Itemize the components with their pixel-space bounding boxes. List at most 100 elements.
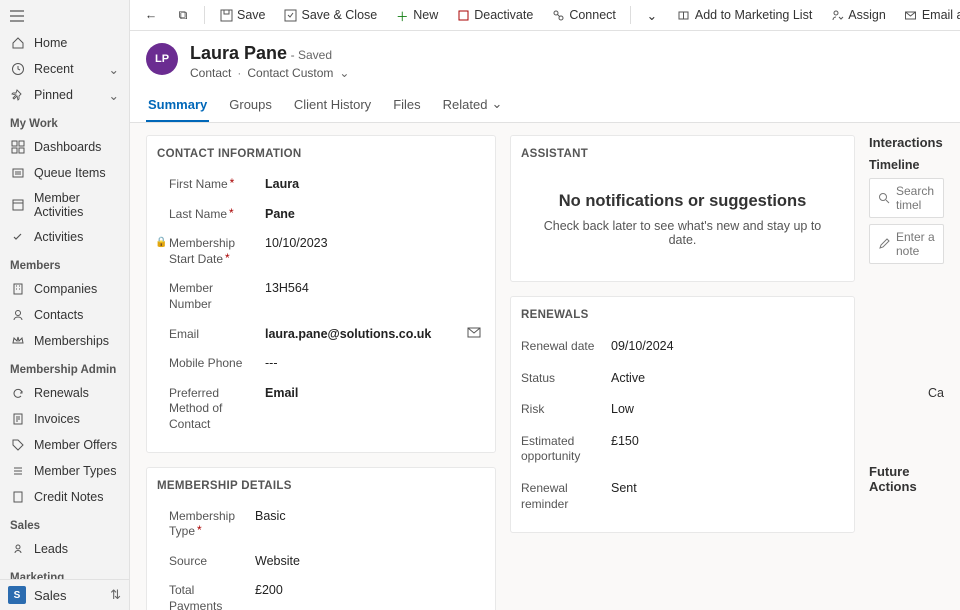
email-link-button[interactable]: Email a Link: [896, 4, 960, 26]
sidebar-item-recent[interactable]: Recent ⌄: [0, 56, 129, 82]
card-title: RENEWALS: [521, 309, 844, 321]
refresh-icon: [10, 385, 26, 401]
tag-icon: [10, 437, 26, 453]
form-selector[interactable]: Contact Custom: [247, 66, 333, 80]
lead-icon: [10, 541, 26, 557]
tab-groups[interactable]: Groups: [227, 90, 274, 122]
field-preferred-contact[interactable]: Preferred Method of Contact Email: [157, 379, 485, 440]
field-renewal-risk[interactable]: RiskLow: [521, 394, 844, 426]
sidebar-item-label: Activities: [34, 230, 83, 244]
chevron-down-icon: ⌄: [491, 96, 502, 112]
field-first-name[interactable]: First Name* Laura: [157, 170, 485, 200]
clock-icon: [10, 61, 26, 77]
field-membership-start[interactable]: 🔒 Membership Start Date* 10/10/2023: [157, 229, 485, 274]
new-button[interactable]: ＋New: [387, 4, 446, 26]
sidebar: Home Recent ⌄ Pinned ⌄ My Work Dashboard…: [0, 0, 130, 610]
add-marketing-button[interactable]: Add to Marketing List: [669, 4, 820, 26]
field-member-number[interactable]: Member Number 13H564: [157, 274, 485, 319]
chevron-down-icon: ⌄: [109, 62, 119, 77]
area-label: Sales: [34, 588, 67, 603]
sidebar-item-label: Home: [34, 36, 67, 50]
sidebar-item-memberships[interactable]: Memberships: [0, 328, 129, 354]
field-total-payments[interactable]: Total Payments £200: [157, 576, 485, 610]
deactivate-button[interactable]: Deactivate: [448, 4, 541, 26]
pencil-icon: [878, 238, 890, 250]
sidebar-item-contacts[interactable]: Contacts: [0, 302, 129, 328]
sidebar-item-label: Companies: [34, 282, 97, 296]
record-header: LP Laura Pane - Saved Contact · Contact …: [130, 31, 960, 80]
sidebar-item-activities[interactable]: Activities: [0, 224, 129, 250]
assign-icon: [830, 8, 844, 22]
save-icon: [219, 8, 233, 22]
sidebar-item-credit-notes[interactable]: Credit Notes: [0, 484, 129, 510]
list-icon: [10, 463, 26, 479]
truncated-link[interactable]: Ca: [869, 380, 944, 406]
area-badge: S: [8, 586, 26, 604]
sidebar-item-label: Credit Notes: [34, 490, 103, 504]
sidebar-section-header: My Work: [0, 108, 129, 134]
sidebar-item-member-offers[interactable]: Member Offers: [0, 432, 129, 458]
connect-button[interactable]: Connect: [543, 4, 624, 26]
popout-icon: ⧉: [176, 8, 190, 22]
sidebar-item-label: Pinned: [34, 88, 73, 102]
field-renewal-date[interactable]: Renewal date09/10/2024: [521, 331, 844, 363]
field-last-name[interactable]: Last Name* Pane: [157, 200, 485, 230]
sidebar-item-queue[interactable]: Queue Items: [0, 160, 129, 186]
field-email[interactable]: Email laura.pane@solutions.co.uk: [157, 320, 485, 350]
assign-button[interactable]: Assign: [822, 4, 894, 26]
sidebar-item-companies[interactable]: Companies: [0, 276, 129, 302]
field-renewal-reminder[interactable]: Renewal reminderSent: [521, 473, 844, 520]
chevron-down-icon: ⌄: [645, 8, 659, 22]
connect-dropdown[interactable]: ⌄: [637, 4, 667, 26]
dashboard-icon: [10, 139, 26, 155]
sidebar-item-label: Queue Items: [34, 166, 106, 180]
open-new-window-button[interactable]: ⧉: [168, 4, 198, 26]
sidebar-item-label: Invoices: [34, 412, 80, 426]
mail-icon: [904, 8, 918, 22]
tab-files[interactable]: Files: [391, 90, 422, 122]
sidebar-item-pinned[interactable]: Pinned ⌄: [0, 82, 129, 108]
sidebar-item-member-types[interactable]: Member Types: [0, 458, 129, 484]
required-indicator: *: [197, 523, 202, 537]
field-source[interactable]: Source Website: [157, 547, 485, 577]
sidebar-section-header: Sales: [0, 510, 129, 536]
area-switcher[interactable]: S Sales ⇅: [0, 579, 129, 610]
field-estimated-opportunity[interactable]: Estimated opportunity£150: [521, 426, 844, 473]
future-actions-title: Future Actions: [869, 464, 944, 494]
main: ← ⧉ Save Save & Close ＋New Deactivate Co…: [130, 0, 960, 610]
content-area: CONTACT INFORMATION First Name* Laura La…: [130, 123, 960, 610]
sidebar-section-header: Members: [0, 250, 129, 276]
save-button[interactable]: Save: [211, 4, 274, 26]
tab-related[interactable]: Related⌄: [441, 90, 505, 122]
tab-summary[interactable]: Summary: [146, 90, 209, 122]
field-membership-type[interactable]: Membership Type* Basic: [157, 502, 485, 547]
record-title: Laura Pane: [190, 43, 287, 63]
back-button[interactable]: ←: [136, 4, 166, 26]
field-renewal-status[interactable]: StatusActive: [521, 363, 844, 395]
field-mobile[interactable]: Mobile Phone ---: [157, 349, 485, 379]
timeline-note-input[interactable]: Enter a note: [869, 224, 944, 264]
tab-bar: Summary Groups Client History Files Rela…: [130, 80, 960, 123]
card-title: MEMBERSHIP DETAILS: [157, 480, 485, 492]
chevron-updown-icon: ⇅: [110, 587, 121, 603]
assistant-headline: No notifications or suggestions: [531, 192, 834, 211]
connect-icon: [551, 8, 565, 22]
dot-separator: ·: [237, 66, 241, 80]
nav-toggle-button[interactable]: [0, 4, 129, 28]
email-action-icon[interactable]: [463, 327, 485, 339]
sidebar-item-member-activities[interactable]: Member Activities: [0, 186, 129, 224]
arrow-left-icon: ←: [144, 8, 158, 22]
renewals-card: RENEWALS Renewal date09/10/2024 StatusAc…: [510, 296, 855, 533]
sidebar-item-invoices[interactable]: Invoices: [0, 406, 129, 432]
required-indicator: *: [225, 251, 230, 265]
save-close-button[interactable]: Save & Close: [276, 4, 386, 26]
record-status: - Saved: [291, 48, 332, 62]
sidebar-item-renewals[interactable]: Renewals: [0, 380, 129, 406]
tab-client-history[interactable]: Client History: [292, 90, 373, 122]
sidebar-item-home[interactable]: Home: [0, 30, 129, 56]
sidebar-item-leads[interactable]: Leads: [0, 536, 129, 562]
command-bar: ← ⧉ Save Save & Close ＋New Deactivate Co…: [130, 0, 960, 31]
timeline-search-input[interactable]: Search timel: [869, 178, 944, 218]
sidebar-item-dashboards[interactable]: Dashboards: [0, 134, 129, 160]
contact-info-card: CONTACT INFORMATION First Name* Laura La…: [146, 135, 496, 453]
